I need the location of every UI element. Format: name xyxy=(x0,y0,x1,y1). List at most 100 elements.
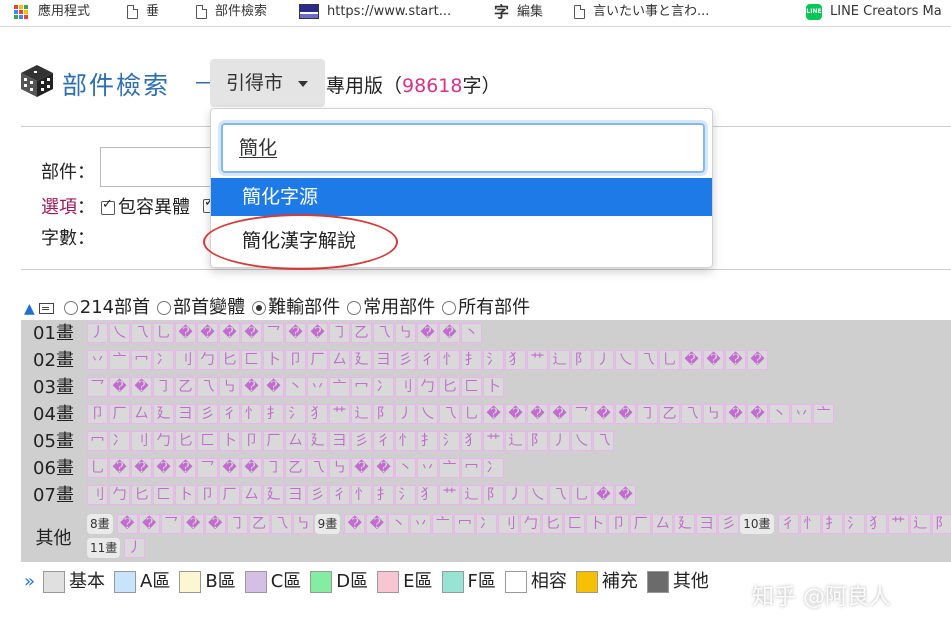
component-cell[interactable]: 丿 xyxy=(87,323,108,343)
component-cell[interactable]: � xyxy=(417,323,438,343)
include-variants-option[interactable]: 包容異體 xyxy=(101,193,190,219)
component-cell[interactable]: 丶 xyxy=(769,404,790,424)
component-cell[interactable]: 乚 xyxy=(571,485,592,505)
component-cell[interactable]: 廴 xyxy=(307,431,328,451)
component-cell[interactable]: 乛 xyxy=(87,377,108,397)
component-cell[interactable]: 忄 xyxy=(351,485,372,505)
radio-button[interactable] xyxy=(347,301,362,315)
component-cell[interactable]: 冫 xyxy=(109,431,130,451)
component-cell[interactable]: � xyxy=(483,404,504,424)
component-cell[interactable]: 丷 xyxy=(417,458,438,478)
component-cell[interactable]: 卩 xyxy=(608,514,630,534)
component-cell[interactable]: ㇉ xyxy=(329,458,350,478)
component-cell[interactable]: 艹 xyxy=(439,485,460,505)
component-cell[interactable]: � xyxy=(131,458,152,478)
component-cell[interactable]: ㇆ xyxy=(263,458,284,478)
component-cell[interactable]: 勹 xyxy=(153,431,174,451)
component-cell[interactable]: 氵 xyxy=(483,350,504,370)
component-cell[interactable]: 乁 xyxy=(549,485,570,505)
component-cell[interactable]: 刂 xyxy=(395,377,416,397)
component-cell[interactable]: 厶 xyxy=(241,485,262,505)
component-cell[interactable]: ㇆ xyxy=(329,323,350,343)
component-cell[interactable]: 忄 xyxy=(799,514,821,534)
stroke-group-tag[interactable]: 8畫 xyxy=(87,514,113,534)
component-cell[interactable]: � xyxy=(175,323,196,343)
component-cell[interactable]: 忄 xyxy=(241,404,262,424)
component-cell[interactable]: 厶 xyxy=(329,350,350,370)
component-cell[interactable]: 匚 xyxy=(153,485,174,505)
radio-option[interactable]: 難輸部件 xyxy=(250,297,340,318)
component-cell[interactable]: 乁 xyxy=(681,404,702,424)
stroke-group-tag[interactable]: 9畫 xyxy=(314,514,341,534)
component-cell[interactable]: 廴 xyxy=(674,514,696,534)
component-cell[interactable]: � xyxy=(241,377,262,397)
component-cell[interactable]: � xyxy=(182,514,204,534)
component-cell[interactable]: � xyxy=(204,514,226,534)
bookmark-item[interactable]: https://www.start... xyxy=(299,0,451,26)
component-cell[interactable]: 卜 xyxy=(263,350,284,370)
component-cell[interactable]: 乚 xyxy=(153,323,174,343)
component-cell[interactable]: 冖 xyxy=(131,350,152,370)
component-cell[interactable]: 丶 xyxy=(388,514,410,534)
component-cell[interactable]: 匕 xyxy=(219,350,240,370)
component-cell[interactable]: � xyxy=(131,377,152,397)
component-cell[interactable]: 卩 xyxy=(87,404,108,424)
component-cell[interactable]: 匕 xyxy=(439,377,460,397)
component-cell[interactable]: 彐 xyxy=(175,404,196,424)
component-cell[interactable]: ㇉ xyxy=(395,323,416,343)
component-cell[interactable]: � xyxy=(285,323,306,343)
component-cell[interactable]: 犭 xyxy=(307,404,328,424)
stroke-group-tag[interactable]: 10畫 xyxy=(740,514,774,534)
component-cell[interactable]: 乙 xyxy=(175,377,196,397)
component-cell[interactable]: 乛 xyxy=(197,458,218,478)
component-cell[interactable]: � xyxy=(747,350,768,370)
component-cell[interactable]: 氵 xyxy=(439,431,460,451)
component-cell[interactable]: � xyxy=(681,350,702,370)
component-cell[interactable]: 乛 xyxy=(263,323,284,343)
double-chevron-right-icon[interactable]: » xyxy=(24,571,35,592)
component-cell[interactable]: 乀 xyxy=(571,431,592,451)
component-cell[interactable]: 彐 xyxy=(696,514,718,534)
dropdown-item-active[interactable]: 簡化字源 xyxy=(211,178,712,216)
dictionary-dropdown-button[interactable]: 引得市 xyxy=(210,59,325,107)
component-cell[interactable]: 冫 xyxy=(373,377,394,397)
component-cell[interactable]: 乙 xyxy=(351,323,372,343)
component-cell[interactable]: ㇉ xyxy=(703,404,724,424)
component-cell[interactable]: 乛 xyxy=(160,514,182,534)
component-cell[interactable]: 乀 xyxy=(417,404,438,424)
component-cell[interactable]: 阝 xyxy=(483,485,504,505)
component-cell[interactable]: 厂 xyxy=(109,404,130,424)
component-cell[interactable]: 亠 xyxy=(813,404,834,424)
bookmark-item[interactable]: 字編集 xyxy=(494,0,543,26)
bookmark-apps[interactable]: 應用程式 xyxy=(14,0,90,26)
component-cell[interactable]: 乁 xyxy=(307,458,328,478)
component-cell[interactable]: � xyxy=(351,458,372,478)
component-cell[interactable]: � xyxy=(373,458,394,478)
component-cell[interactable]: � xyxy=(241,458,262,478)
component-cell[interactable]: 匚 xyxy=(241,350,262,370)
component-cell[interactable]: 卩 xyxy=(241,431,262,451)
component-cell[interactable]: � xyxy=(505,404,526,424)
component-cell[interactable]: 彡 xyxy=(351,431,372,451)
component-cell[interactable]: 彐 xyxy=(285,485,306,505)
component-cell[interactable]: 厂 xyxy=(630,514,652,534)
component-cell[interactable]: � xyxy=(153,458,174,478)
component-cell[interactable]: 阝 xyxy=(931,514,951,534)
component-cell[interactable]: 冫 xyxy=(476,514,498,534)
component-cell[interactable]: 乚 xyxy=(461,404,482,424)
component-cell[interactable]: 勹 xyxy=(109,485,130,505)
component-cell[interactable]: 丿 xyxy=(124,538,146,558)
component-cell[interactable]: 艹 xyxy=(887,514,909,534)
component-cell[interactable]: 乁 xyxy=(637,350,658,370)
component-cell[interactable]: 彳 xyxy=(219,404,240,424)
radio-option[interactable]: 所有部件 xyxy=(440,297,530,318)
component-cell[interactable]: 丿 xyxy=(505,485,526,505)
component-cell[interactable]: 乚 xyxy=(659,350,680,370)
bookmark-item[interactable]: 言いたい事と言わ... xyxy=(574,0,709,26)
component-cell[interactable]: 刂 xyxy=(498,514,520,534)
component-cell[interactable]: 乁 xyxy=(131,323,152,343)
component-cell[interactable]: � xyxy=(747,404,768,424)
component-cell[interactable]: 亠 xyxy=(329,377,350,397)
component-cell[interactable]: 亠 xyxy=(109,350,130,370)
component-cell[interactable]: 犭 xyxy=(417,485,438,505)
